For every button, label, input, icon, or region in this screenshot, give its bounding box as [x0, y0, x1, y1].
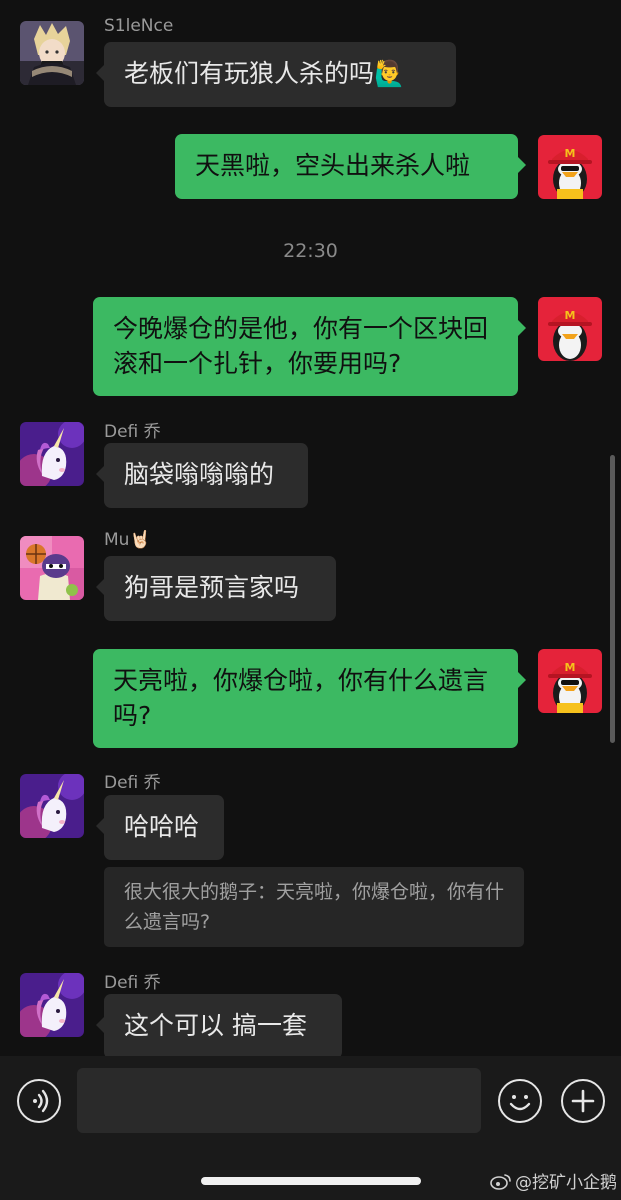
message-bubble-incoming[interactable]: 脑袋嗡嗡嗡的 [96, 443, 308, 508]
sender-name: Mu🤘🏻 [104, 530, 151, 550]
message-bubble-incoming[interactable]: 哈哈哈 [96, 795, 224, 860]
avatar-penguin-mcdonalds-image: M [538, 135, 602, 199]
weibo-icon [490, 1173, 511, 1190]
home-indicator[interactable] [201, 1177, 421, 1185]
quoted-message[interactable]: 很大很大的鹅子：天亮啦，你爆仓啦，你有什么遗言吗? [104, 867, 524, 947]
svg-text:M: M [565, 661, 576, 674]
watermark-text: @挖矿小企鹅 [515, 1173, 617, 1193]
timestamp: 22:30 [283, 240, 338, 262]
avatar-unicorn-image [20, 774, 84, 838]
sender-name: S1leNce [104, 16, 174, 36]
avatar-defi-qiao[interactable] [20, 973, 84, 1037]
emoji-button[interactable] [498, 1079, 542, 1123]
plus-icon [571, 1089, 595, 1113]
voice-input-button[interactable] [17, 1079, 61, 1123]
avatar-defi-qiao[interactable] [20, 422, 84, 486]
sender-name: Defi 乔 [104, 422, 161, 442]
avatar-self[interactable]: M [538, 135, 602, 199]
message-bubble-outgoing[interactable]: 天亮啦，你爆仓啦，你有什么遗言吗? [93, 649, 526, 748]
message-bubble-incoming[interactable]: 狗哥是预言家吗 [96, 556, 336, 621]
emoji-icon [509, 1095, 531, 1111]
avatar-unicorn-image [20, 973, 84, 1037]
avatar-unicorn-image [20, 422, 84, 486]
scrollbar[interactable] [610, 455, 615, 743]
avatar-defi-qiao[interactable] [20, 774, 84, 838]
sender-name: Defi 乔 [104, 773, 161, 793]
avatar-self[interactable]: M [538, 649, 602, 713]
svg-text:M: M [565, 309, 576, 322]
message-bubble-incoming[interactable]: 这个可以 搞一套 [96, 994, 342, 1056]
voice-icon [33, 1089, 49, 1113]
message-bubble-outgoing[interactable]: 今晚爆仓的是他，你有一个区块回滚和一个扎针，你要用吗? [93, 297, 526, 396]
avatar-penguin-mcdonalds-image: M [538, 297, 602, 361]
chat-message-list[interactable]: S1leNce 老板们有玩狼人杀的吗🙋‍♂️ 天黑啦，空头出来杀人啦 M 22:… [0, 0, 621, 1056]
avatar-mu[interactable] [20, 536, 84, 600]
avatar-penguin-mcdonalds-image: M [538, 649, 602, 713]
more-actions-button[interactable] [561, 1079, 605, 1123]
avatar-self[interactable]: M [538, 297, 602, 361]
sender-name: Defi 乔 [104, 973, 161, 993]
message-input[interactable] [77, 1068, 481, 1133]
message-bubble-incoming[interactable]: 老板们有玩狼人杀的吗🙋‍♂️ [96, 42, 456, 107]
avatar-cartoon-basketball-image [20, 536, 84, 600]
message-bubble-outgoing[interactable]: 天黑啦，空头出来杀人啦 [175, 134, 526, 199]
svg-text:M: M [565, 147, 576, 160]
avatar-s1lence[interactable] [20, 21, 84, 85]
avatar-anime-boy-image [20, 21, 84, 85]
watermark: @挖矿小企鹅 [490, 1168, 617, 1193]
